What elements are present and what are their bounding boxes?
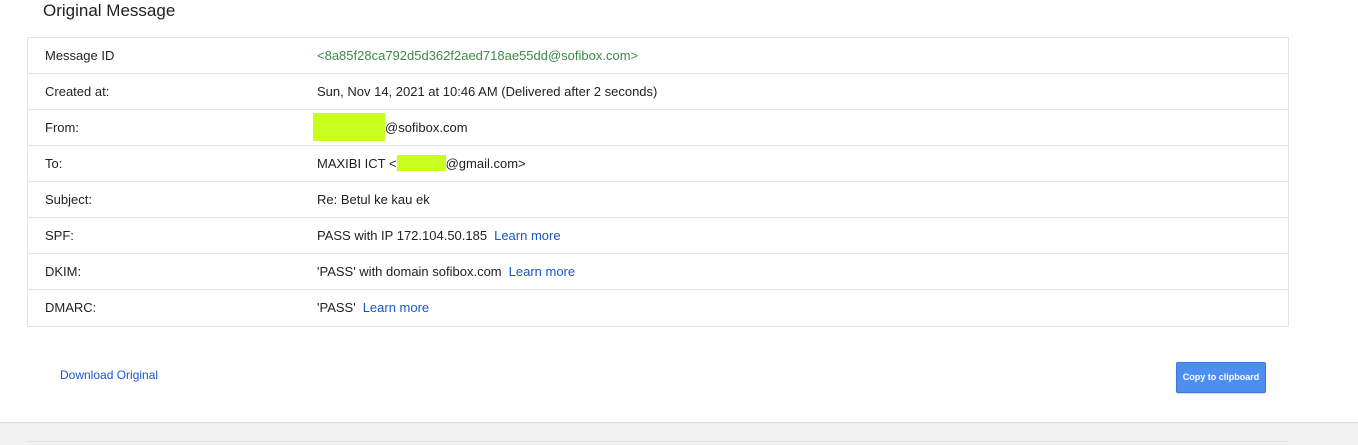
detail-row-from: From: @sofibox.com [28, 110, 1288, 146]
message-id-label: Message ID [45, 48, 115, 63]
bottom-panel [0, 422, 1358, 445]
spf-learn-more-link[interactable]: Learn more [494, 228, 560, 243]
detail-row-dmarc: DMARC: 'PASS' Learn more [28, 290, 1288, 326]
dmarc-learn-more-link[interactable]: Learn more [363, 300, 429, 315]
from-value: @sofibox.com [313, 110, 468, 145]
subject-value: Re: Betul ke kau ek [317, 192, 430, 207]
dkim-label: DKIM: [45, 264, 82, 279]
detail-row-message-id: Message ID <8a85f28ca792d5d362f2aed718ae… [28, 38, 1288, 74]
spf-value: PASS with IP 172.104.50.185 Learn more [317, 218, 561, 253]
detail-row-created-at: Created at: Sun, Nov 14, 2021 at 10:46 A… [28, 74, 1288, 110]
from-domain: @sofibox.com [385, 120, 468, 135]
spf-result: PASS with IP 172.104.50.185 [317, 228, 488, 243]
detail-row-dkim: DKIM: 'PASS' with domain sofibox.com Lear… [28, 254, 1288, 290]
dkim-value: 'PASS' with domain sofibox.com Learn more [317, 254, 575, 289]
dkim-learn-more-link[interactable]: Learn more [509, 264, 575, 279]
message-id-value: <8a85f28ca792d5d362f2aed718ae55dd@sofibo… [317, 48, 639, 63]
bottom-panel-divider [27, 441, 1289, 442]
redacted-highlight [313, 113, 385, 142]
redacted-highlight [396, 155, 446, 172]
spf-label: SPF: [45, 228, 74, 243]
message-details-table: Message ID <8a85f28ca792d5d362f2aed718ae… [27, 37, 1289, 327]
detail-row-to: To: MAXIBI ICT < @gmail.com> [28, 146, 1288, 182]
download-original-link[interactable]: Download Original [60, 368, 158, 382]
to-label: To: [45, 156, 63, 171]
dmarc-label: DMARC: [45, 300, 97, 315]
dkim-result: 'PASS' with domain sofibox.com [317, 264, 502, 279]
dmarc-value: 'PASS' Learn more [317, 290, 429, 325]
page-title: Original Message [43, 1, 176, 20]
subject-label: Subject: [45, 192, 92, 207]
to-domain: @gmail.com> [445, 156, 526, 171]
created-at-value: Sun, Nov 14, 2021 at 10:46 AM (Delivered… [317, 84, 658, 99]
created-at-label: Created at: [45, 84, 110, 99]
detail-row-subject: Subject: Re: Betul ke kau ek [28, 182, 1288, 218]
copy-to-clipboard-button[interactable]: Copy to clipboard [1176, 362, 1266, 393]
detail-row-spf: SPF: PASS with IP 172.104.50.185 Learn mo… [28, 218, 1288, 254]
from-label: From: [45, 120, 79, 135]
to-value: MAXIBI ICT < @gmail.com> [317, 146, 526, 181]
to-name: MAXIBI ICT < [317, 156, 397, 171]
dmarc-result: 'PASS' [317, 300, 356, 315]
